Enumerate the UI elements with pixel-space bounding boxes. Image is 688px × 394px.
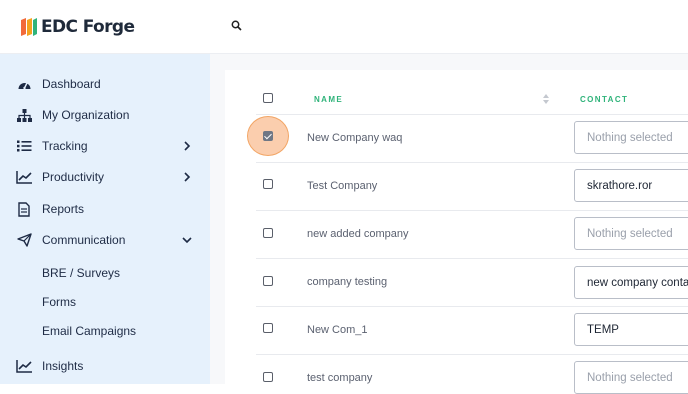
row-checkbox[interactable] xyxy=(263,323,273,333)
sidebar-item-label: Reports xyxy=(42,202,85,216)
sidebar-item-label: Insights xyxy=(42,359,84,373)
divider xyxy=(256,210,688,211)
logo-mark-icon xyxy=(21,18,37,36)
chevron-right-icon xyxy=(184,141,191,151)
contact-select[interactable]: Nothing selected xyxy=(574,121,688,154)
sidebar-item-label: Productivity xyxy=(42,170,105,184)
divider xyxy=(256,306,688,307)
org-chart-icon xyxy=(16,107,32,123)
column-header-name[interactable]: NAME xyxy=(314,95,343,104)
row-checkbox[interactable] xyxy=(263,276,273,286)
sidebar-item-communication[interactable]: Communication xyxy=(0,226,210,254)
contact-select[interactable]: skrathore.ror xyxy=(574,169,688,202)
column-header-contact[interactable]: CONTACT xyxy=(580,95,628,104)
company-name: New Company waq xyxy=(307,132,403,144)
search-icon[interactable] xyxy=(231,20,243,32)
paper-plane-icon xyxy=(16,232,32,248)
row-checkbox[interactable] xyxy=(263,179,273,189)
sidebar-item-insights[interactable]: Insights xyxy=(0,352,210,380)
company-name: Test Company xyxy=(307,180,378,192)
company-name: test company xyxy=(307,372,373,384)
divider xyxy=(256,258,688,259)
company-name: new added company xyxy=(307,228,409,240)
sidebar-item-productivity[interactable]: Productivity xyxy=(0,163,210,191)
list-icon xyxy=(16,138,32,154)
company-name: company testing xyxy=(307,276,388,288)
contact-select[interactable]: new company contact xyxy=(574,266,688,299)
select-all-checkbox[interactable] xyxy=(263,93,273,103)
divider xyxy=(256,114,688,115)
app-logo[interactable]: EDC Forge xyxy=(20,16,135,38)
contact-select[interactable]: Nothing selected xyxy=(574,217,688,250)
sort-icon[interactable] xyxy=(543,94,549,104)
line-chart-icon xyxy=(16,169,32,185)
chevron-down-icon xyxy=(182,237,192,244)
dashboard-gauge-icon xyxy=(16,76,32,92)
top-header: EDC Forge xyxy=(0,0,688,54)
sidebar-item-label: Communication xyxy=(42,233,126,247)
sidebar-subitem-email-campaigns[interactable]: Email Campaigns xyxy=(42,324,136,338)
divider xyxy=(256,354,688,355)
sidebar-item-reports[interactable]: Reports xyxy=(0,195,210,223)
row-checkbox[interactable] xyxy=(263,228,273,238)
line-chart-icon xyxy=(16,358,32,374)
contact-select[interactable]: TEMP xyxy=(574,313,688,346)
logo-text: EDC Forge xyxy=(41,17,135,37)
chevron-right-icon xyxy=(184,172,191,182)
company-name: New Com_1 xyxy=(307,324,368,336)
row-checkbox[interactable] xyxy=(263,131,273,141)
sidebar-item-label: My Organization xyxy=(42,108,130,122)
sidebar-subitem-bre-surveys[interactable]: BRE / Surveys xyxy=(42,266,120,280)
sidebar-item-my-organization[interactable]: My Organization xyxy=(0,101,210,129)
sidebar-subitem-forms[interactable]: Forms xyxy=(42,295,76,309)
document-icon xyxy=(16,201,32,217)
sidebar-item-dashboard[interactable]: Dashboard xyxy=(0,70,210,98)
row-checkbox[interactable] xyxy=(263,372,273,382)
sidebar-item-tracking[interactable]: Tracking xyxy=(0,132,210,160)
sidebar-item-label: Dashboard xyxy=(42,77,101,91)
sidebar-item-label: Tracking xyxy=(42,139,88,153)
divider xyxy=(256,162,688,163)
contact-select[interactable]: Nothing selected xyxy=(574,361,688,394)
